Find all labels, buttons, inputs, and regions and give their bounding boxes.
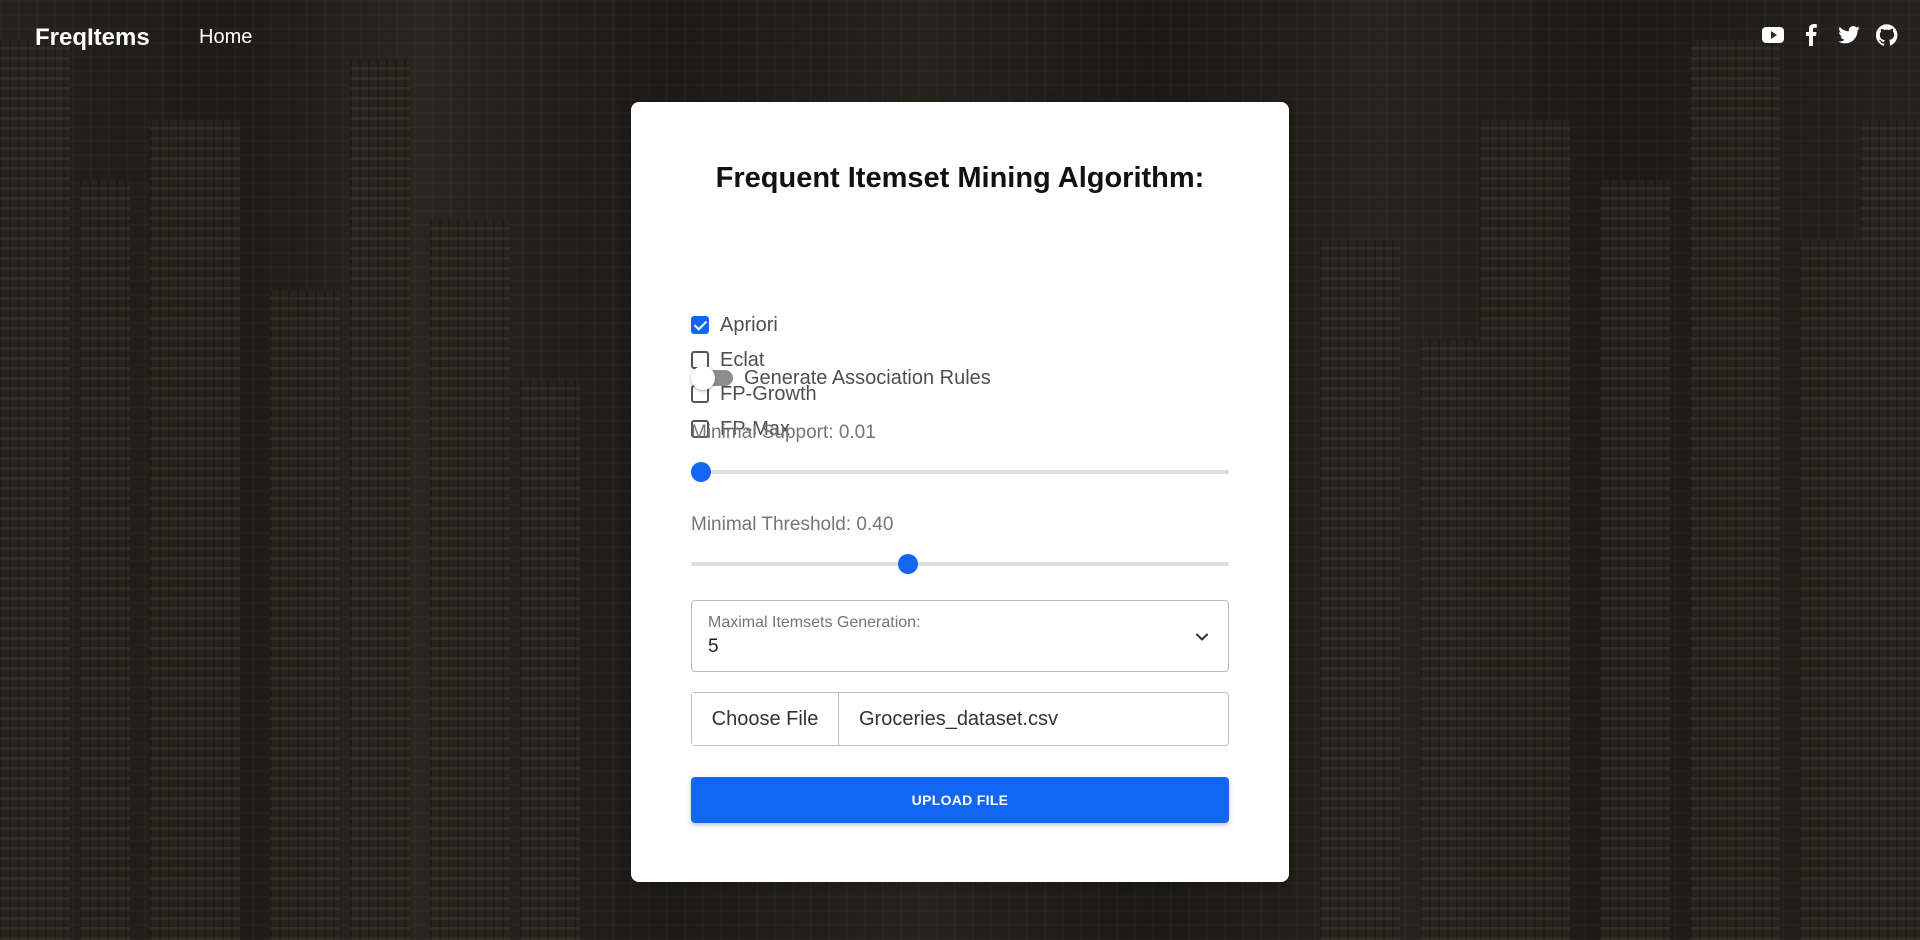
- apriori-checkbox[interactable]: [691, 316, 709, 334]
- min-threshold-slider[interactable]: [691, 554, 1229, 574]
- file-input[interactable]: Choose File Groceries_dataset.csv: [691, 692, 1229, 746]
- association-rules-label: Generate Association Rules: [744, 366, 991, 389]
- slider-rail: [691, 562, 1229, 566]
- github-icon[interactable]: [1876, 24, 1898, 46]
- twitter-icon[interactable]: [1838, 24, 1860, 46]
- max-itemsets-caption: Maximal Itemsets Generation:: [708, 614, 921, 631]
- association-rules-toggle-row[interactable]: Generate Association Rules: [691, 366, 991, 390]
- facebook-icon[interactable]: [1800, 24, 1822, 46]
- chevron-down-icon: [1196, 633, 1208, 641]
- slider-thumb[interactable]: [691, 462, 711, 482]
- form-title: Frequent Itemset Mining Algorithm:: [715, 162, 1205, 194]
- max-itemsets-value: 5: [708, 636, 719, 657]
- apriori-label: Apriori: [720, 313, 778, 336]
- slider-thumb[interactable]: [898, 554, 919, 574]
- algorithm-option-apriori[interactable]: Apriori: [691, 312, 778, 338]
- brand-logo[interactable]: FreqItems: [35, 24, 150, 52]
- max-itemsets-select[interactable]: Maximal Itemsets Generation: 5: [691, 600, 1229, 672]
- choose-file-button[interactable]: Choose File: [692, 693, 839, 745]
- association-rules-switch[interactable]: [691, 366, 735, 390]
- min-support-slider[interactable]: [691, 462, 1229, 482]
- algorithm-form-card: Frequent Itemset Mining Algorithm: Aprio…: [631, 102, 1289, 882]
- youtube-icon[interactable]: [1762, 24, 1784, 46]
- social-links: [1762, 24, 1898, 46]
- selected-file-name: Groceries_dataset.csv: [859, 707, 1058, 730]
- slider-rail: [691, 470, 1229, 474]
- navbar: FreqItems Home: [0, 0, 1920, 76]
- switch-knob: [691, 366, 715, 390]
- min-threshold-label: Minimal Threshold: 0.40: [691, 514, 894, 535]
- upload-file-button[interactable]: UPLOAD FILE: [691, 777, 1229, 823]
- nav-link-home[interactable]: Home: [199, 26, 252, 49]
- min-support-label: Minimal Support: 0.01: [691, 422, 876, 443]
